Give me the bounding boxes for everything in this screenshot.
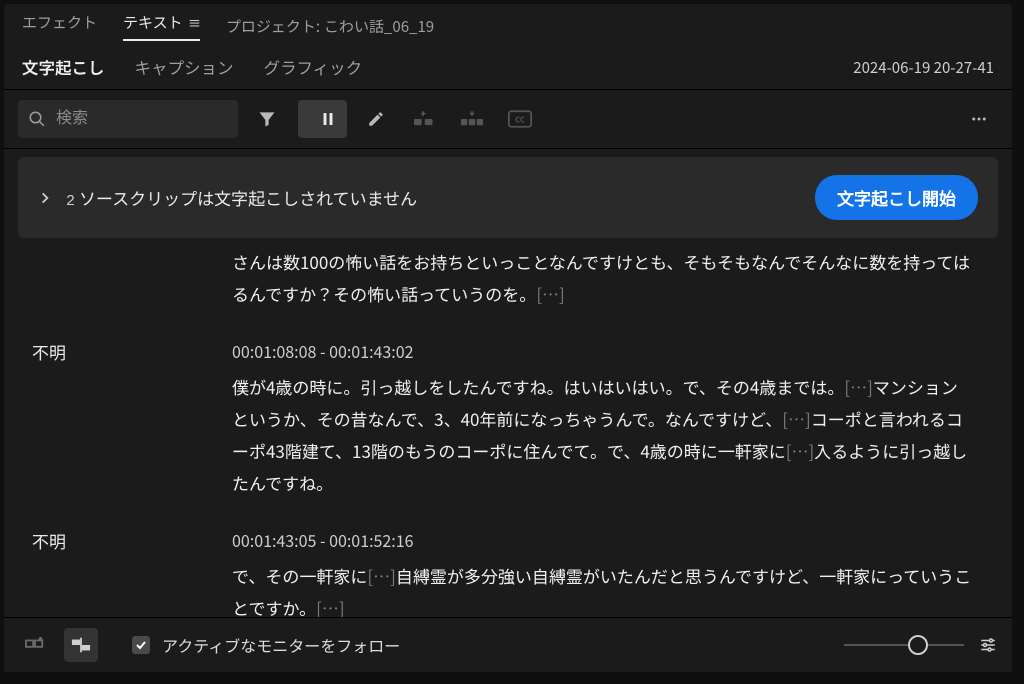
tab-text[interactable]: テキスト ≡ xyxy=(123,12,200,41)
zoom-slider[interactable] xyxy=(844,644,964,646)
footer-tool-b[interactable] xyxy=(64,628,98,662)
speaker-label xyxy=(32,246,232,311)
align-icon xyxy=(70,635,92,655)
speaker-label[interactable]: 不明 xyxy=(32,339,232,500)
ellipsis-marker: […] xyxy=(367,563,396,588)
overwrite-clip-icon xyxy=(461,110,483,128)
project-name: こわい話_06_19 xyxy=(324,16,434,37)
search-icon xyxy=(28,110,46,128)
transcript-segment[interactable]: 不明 00:01:08:08 - 00:01:43:02 僕が4歳の時に。引っ越… xyxy=(32,339,972,500)
zoom-thumb[interactable] xyxy=(908,635,928,655)
follow-monitor-checkbox[interactable] xyxy=(132,636,150,654)
segment-text[interactable]: 僕が4歳の時に。引っ越しをしたんですね。はいはいはい。で、その4歳までは。[…]… xyxy=(232,371,972,500)
svg-text:CC: CC xyxy=(515,114,525,125)
edit-button[interactable] xyxy=(357,100,395,138)
follow-monitor-label: アクティブなモニターをフォロー xyxy=(162,633,400,657)
cc-icon: CC xyxy=(508,110,532,128)
banner-count: 2 xyxy=(66,193,75,210)
ellipsis-marker: […] xyxy=(844,374,873,399)
tab-effect[interactable]: エフェクト xyxy=(22,12,97,41)
pause-markers-button[interactable] xyxy=(298,100,347,138)
pencil-icon xyxy=(367,110,385,128)
zoom-control xyxy=(844,636,998,654)
segment-timecode[interactable]: 00:01:08:08 - 00:01:43:02 xyxy=(232,339,972,363)
toolbar: CC xyxy=(4,90,1012,149)
sequence-timestamp: 2024-06-19 20-27-41 xyxy=(853,57,994,78)
project-label[interactable]: プロジェクト: こわい話_06_19 xyxy=(226,16,434,37)
start-transcription-button[interactable]: 文字起こし開始 xyxy=(815,175,978,220)
subtab-caption[interactable]: キャプション xyxy=(135,55,234,79)
hamburger-icon[interactable]: ≡ xyxy=(186,13,200,32)
subtab-transcript[interactable]: 文字起こし xyxy=(22,55,105,79)
banner-text: ソースクリップは文字起こしされていません xyxy=(79,185,417,210)
insert-clip-button[interactable] xyxy=(405,100,443,138)
speaker-label[interactable]: 不明 xyxy=(32,528,232,625)
filter-button[interactable] xyxy=(248,100,286,138)
untranscribed-banner: 2ソースクリップは文字起こしされていません 文字起こし開始 xyxy=(18,157,998,238)
top-tab-bar: エフェクト テキスト ≡ プロジェクト: こわい話_06_19 xyxy=(4,4,1012,41)
ellipsis-icon xyxy=(969,110,989,128)
segment-text[interactable]: で、その一軒家に[…]自縛霊が多分強い自縛霊がいたんだと思うんですけど、一軒家に… xyxy=(232,560,972,625)
overwrite-clip-button[interactable] xyxy=(453,100,491,138)
search-input-wrapper[interactable] xyxy=(18,100,238,138)
segment-text[interactable]: さんは数100の怖い話をお持ちといっことなんですけとも、そもそもなんでそんなに数… xyxy=(232,246,972,311)
sliders-icon[interactable] xyxy=(978,636,998,654)
pause-bars-icon xyxy=(319,110,337,128)
funnel-icon xyxy=(257,109,277,129)
ellipsis-marker: […] xyxy=(536,281,565,306)
transcript-list[interactable]: さんは数100の怖い話をお持ちといっことなんですけとも、そもそもなんでそんなに数… xyxy=(4,246,1012,672)
insert-clip-icon xyxy=(414,110,434,128)
tab-text-label: テキスト xyxy=(123,12,183,33)
segment-timecode[interactable]: 00:01:43:05 - 00:01:52:16 xyxy=(232,528,972,552)
cc-button[interactable]: CC xyxy=(501,100,539,138)
subtab-graphic[interactable]: グラフィック xyxy=(264,55,363,79)
chevron-right-icon[interactable] xyxy=(38,191,52,205)
search-input[interactable] xyxy=(54,109,228,129)
sub-tab-bar: 文字起こし キャプション グラフィック 2024-06-19 20-27-41 xyxy=(4,41,1012,90)
transcript-segment[interactable]: さんは数100の怖い話をお持ちといっことなんですけとも、そもそもなんでそんなに数… xyxy=(32,246,972,311)
panel-footer: アクティブなモニターをフォロー xyxy=(4,617,1012,672)
footer-tool-a[interactable] xyxy=(18,628,52,662)
transcript-segment[interactable]: 不明 00:01:43:05 - 00:01:52:16 で、その一軒家に[…]… xyxy=(32,528,972,625)
grid-plus-icon xyxy=(24,635,46,655)
more-options-button[interactable] xyxy=(960,100,998,138)
check-icon xyxy=(135,639,147,651)
project-prefix: プロジェクト: xyxy=(226,16,320,37)
banner-message: 2ソースクリップは文字起こしされていません xyxy=(66,185,417,210)
ellipsis-marker: […] xyxy=(786,438,815,463)
ellipsis-marker: […] xyxy=(782,406,811,431)
